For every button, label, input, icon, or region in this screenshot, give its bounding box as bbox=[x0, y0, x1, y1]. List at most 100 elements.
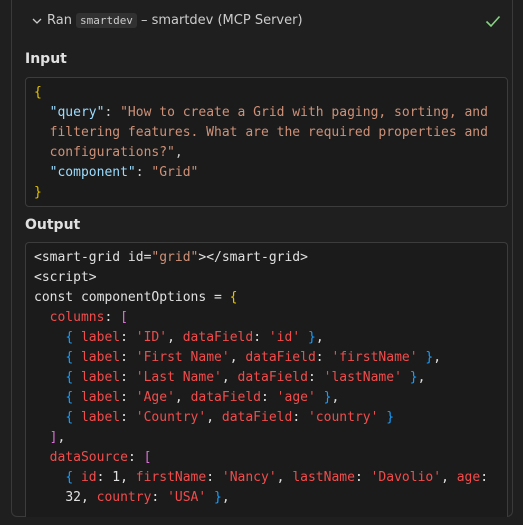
code-token: lastName bbox=[292, 470, 355, 485]
code-token: , bbox=[57, 430, 66, 445]
code-token: : bbox=[104, 310, 121, 325]
code-token: dataField bbox=[237, 370, 308, 385]
input-code-line: filtering features. What are the require… bbox=[34, 123, 507, 143]
code-token: { bbox=[65, 470, 81, 485]
code-token: , bbox=[174, 145, 183, 160]
input-code-line: "component": "Grid" bbox=[34, 163, 507, 183]
output-code-line: <script> bbox=[34, 268, 507, 288]
code-token: : 1, bbox=[96, 470, 136, 485]
code-token: : bbox=[127, 450, 144, 465]
code-token: } bbox=[214, 490, 222, 505]
tool-call-panel: Ran smartdev – smartdev (MCP Server) Inp… bbox=[11, 0, 513, 517]
input-code-line: } bbox=[34, 183, 507, 203]
code-token: dataField bbox=[182, 330, 254, 345]
output-code-block[interactable]: <smart-grid id="grid"></smart-grid> <scri… bbox=[25, 242, 508, 517]
code-token: , bbox=[331, 390, 340, 405]
input-code-line: "query": "How to create a Grid with pagi… bbox=[34, 103, 507, 123]
output-code-line: const componentOptions = { bbox=[34, 288, 507, 308]
code-token: } bbox=[307, 330, 316, 345]
code-token: { bbox=[65, 350, 81, 365]
input-code-block: { "query": "How to create a Grid with pa… bbox=[25, 77, 508, 207]
code-token: : bbox=[151, 490, 168, 505]
code-token: 'Davolio' bbox=[370, 470, 442, 485]
input-section-label: Input bbox=[25, 51, 67, 67]
output-code-line: { label: 'ID', dataField: 'id' }, bbox=[34, 328, 507, 348]
code-token: 'firstName' bbox=[331, 350, 418, 365]
code-token: dataField bbox=[245, 350, 316, 365]
code-token: : bbox=[253, 330, 269, 345]
code-token: 'ID' bbox=[135, 330, 168, 345]
code-token: : bbox=[120, 350, 136, 365]
code-token: : bbox=[480, 470, 489, 485]
code-token: 'id' bbox=[268, 330, 301, 345]
code-token: { bbox=[229, 290, 238, 305]
code-token: 'Nancy' bbox=[221, 470, 277, 485]
chevron-down-icon[interactable] bbox=[32, 16, 42, 26]
code-token: } bbox=[386, 410, 395, 425]
code-token: : bbox=[292, 410, 308, 425]
output-code-line: { label: 'Age', dataField: 'age' }, bbox=[34, 388, 507, 408]
input-code-line: configurations?", bbox=[34, 143, 507, 163]
code-token: , bbox=[276, 470, 293, 485]
input-code: { "query": "How to create a Grid with pa… bbox=[26, 78, 507, 203]
code-token: { bbox=[65, 330, 81, 345]
code-token: { bbox=[34, 85, 42, 100]
code-token: { bbox=[65, 390, 81, 405]
code-token: , bbox=[221, 490, 230, 505]
output-code-line: { label: 'Country', dataField: 'country'… bbox=[34, 408, 507, 428]
code-token: , bbox=[221, 370, 238, 385]
code-token: configurations?" bbox=[34, 145, 175, 160]
code-token: : bbox=[104, 105, 121, 120]
tool-name-badge: smartdev bbox=[75, 13, 137, 28]
code-token: : bbox=[120, 410, 136, 425]
code-token: : bbox=[135, 165, 152, 180]
code-token: , bbox=[174, 390, 191, 405]
code-token: "How to create a Grid with paging, sorti… bbox=[120, 105, 488, 120]
output-code-line: <smart-grid id="grid"></smart-grid> bbox=[34, 248, 507, 268]
output-code-line: columns: [ bbox=[34, 308, 507, 328]
code-token: } bbox=[409, 370, 418, 385]
code-token: , bbox=[167, 330, 183, 345]
output-code-line: { label: 'Last Name', dataField: 'lastNa… bbox=[34, 368, 507, 388]
code-token: : bbox=[120, 370, 136, 385]
code-token: dataSource bbox=[49, 450, 128, 465]
output-code: <smart-grid id="grid"></smart-grid> <scri… bbox=[26, 243, 507, 508]
tool-call-header[interactable]: Ran smartdev – smartdev (MCP Server) bbox=[12, 0, 512, 44]
code-token: : bbox=[354, 470, 371, 485]
code-token: : bbox=[206, 470, 222, 485]
code-token: "query" bbox=[49, 105, 105, 120]
code-token: country bbox=[96, 490, 152, 505]
code-token: , bbox=[206, 410, 222, 425]
code-token: dataField bbox=[221, 410, 293, 425]
code-token: , bbox=[315, 330, 324, 345]
code-token: { bbox=[65, 410, 81, 425]
code-token: label bbox=[80, 350, 121, 365]
code-token: id bbox=[80, 470, 97, 485]
code-token: 'Last Name' bbox=[135, 370, 222, 385]
output-code-line: ], bbox=[34, 428, 507, 448]
code-token: 'age' bbox=[276, 390, 316, 405]
code-token: , bbox=[229, 350, 246, 365]
code-token: <smart-grid id= bbox=[34, 250, 152, 265]
code-token: 'First Name' bbox=[135, 350, 230, 365]
code-token: [ bbox=[120, 310, 128, 325]
code-token: : bbox=[307, 370, 324, 385]
code-token: dataField bbox=[190, 390, 262, 405]
code-token: 'Country' bbox=[135, 410, 207, 425]
code-token: ></smart-grid> bbox=[198, 250, 308, 265]
code-token: label bbox=[80, 390, 121, 405]
code-token: 32, bbox=[65, 490, 97, 505]
